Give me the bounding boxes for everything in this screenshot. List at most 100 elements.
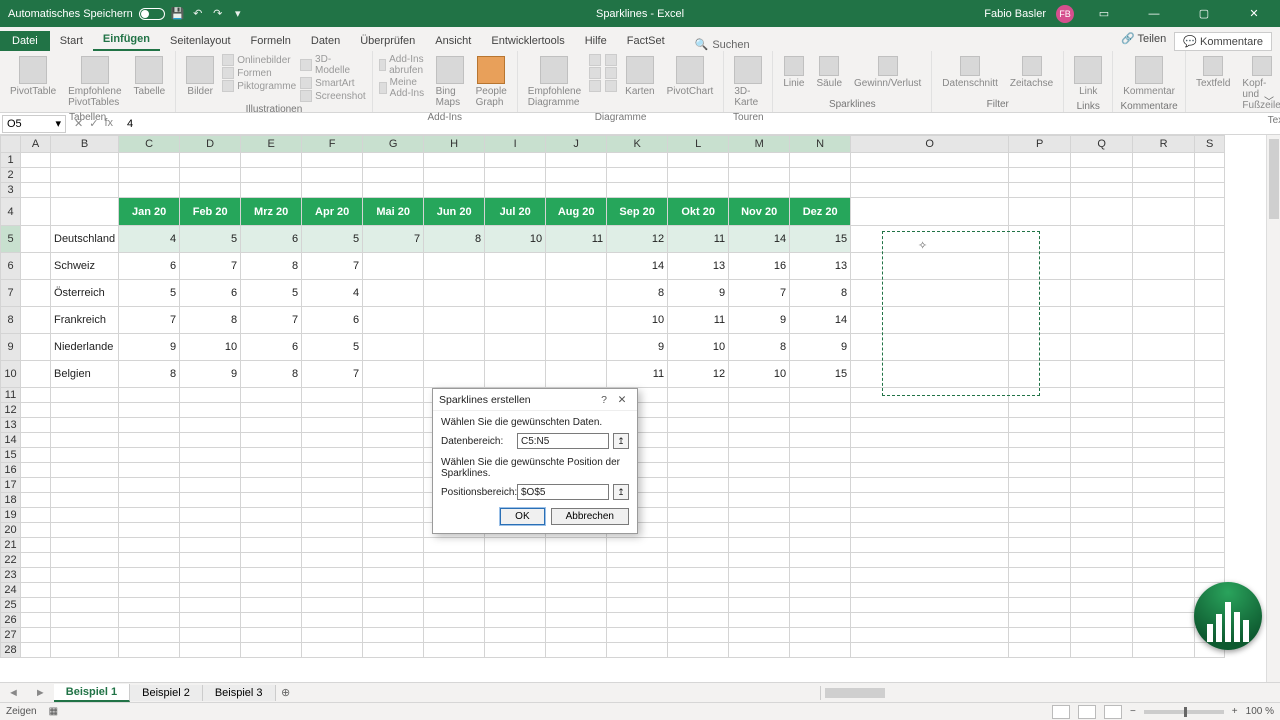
row-header-17[interactable]: 17: [1, 478, 21, 493]
cell-J21[interactable]: [546, 538, 607, 553]
cell-G24[interactable]: [363, 583, 424, 598]
cell-M14[interactable]: [729, 433, 790, 448]
cell-D3[interactable]: [180, 183, 241, 198]
cell-C17[interactable]: [119, 478, 180, 493]
row-header-4[interactable]: 4: [1, 198, 21, 226]
cell-A8[interactable]: [21, 307, 51, 334]
cell-G11[interactable]: [363, 388, 424, 403]
cell-I26[interactable]: [485, 613, 546, 628]
cell-F26[interactable]: [302, 613, 363, 628]
tab-ueberpruefen[interactable]: Überprüfen: [350, 31, 425, 51]
cell-B13[interactable]: [51, 418, 119, 433]
tab-seitenlayout[interactable]: Seitenlayout: [160, 31, 241, 51]
cell-P17[interactable]: [1009, 478, 1071, 493]
cell-O23[interactable]: [851, 568, 1009, 583]
cell-P19[interactable]: [1009, 508, 1071, 523]
cell-D13[interactable]: [180, 418, 241, 433]
cell-E6[interactable]: 8: [241, 253, 302, 280]
cell-E25[interactable]: [241, 598, 302, 613]
cell-D8[interactable]: 8: [180, 307, 241, 334]
cell-L1[interactable]: [668, 153, 729, 168]
cell-G7[interactable]: [363, 280, 424, 307]
cell-D21[interactable]: [180, 538, 241, 553]
row-header-2[interactable]: 2: [1, 168, 21, 183]
cell-O2[interactable]: [851, 168, 1009, 183]
cell-Q7[interactable]: [1071, 280, 1133, 307]
col-header-S[interactable]: S: [1195, 136, 1225, 153]
cell-S20[interactable]: [1195, 523, 1225, 538]
col-header-B[interactable]: B: [51, 136, 119, 153]
cell-H1[interactable]: [424, 153, 485, 168]
cell-J27[interactable]: [546, 628, 607, 643]
cell-P18[interactable]: [1009, 493, 1071, 508]
cell-B25[interactable]: [51, 598, 119, 613]
collapse-ribbon-icon[interactable]: ﹀: [1264, 93, 1274, 108]
cell-F19[interactable]: [302, 508, 363, 523]
row-header-3[interactable]: 3: [1, 183, 21, 198]
cell-H10[interactable]: [424, 361, 485, 388]
cell-O7[interactable]: [851, 280, 1009, 307]
3d-map-button[interactable]: 3D-Karte: [730, 54, 766, 110]
cell-S13[interactable]: [1195, 418, 1225, 433]
cell-M7[interactable]: 7: [729, 280, 790, 307]
timeline-button[interactable]: Zeitachse: [1006, 54, 1057, 91]
tab-hilfe[interactable]: Hilfe: [575, 31, 617, 51]
cell-P14[interactable]: [1009, 433, 1071, 448]
tab-einfuegen[interactable]: Einfügen: [93, 29, 160, 51]
cell-D19[interactable]: [180, 508, 241, 523]
cell-H2[interactable]: [424, 168, 485, 183]
cell-M16[interactable]: [729, 463, 790, 478]
cell-G1[interactable]: [363, 153, 424, 168]
smartart-button[interactable]: SmartArt: [300, 77, 366, 89]
cell-F22[interactable]: [302, 553, 363, 568]
cell-S8[interactable]: [1195, 307, 1225, 334]
cell-S16[interactable]: [1195, 463, 1225, 478]
cell-M23[interactable]: [729, 568, 790, 583]
cell-G15[interactable]: [363, 448, 424, 463]
cell-D14[interactable]: [180, 433, 241, 448]
cell-N27[interactable]: [790, 628, 851, 643]
cell-E7[interactable]: 5: [241, 280, 302, 307]
cell-C22[interactable]: [119, 553, 180, 568]
cell-C8[interactable]: 7: [119, 307, 180, 334]
cell-Q9[interactable]: [1071, 334, 1133, 361]
cell-J24[interactable]: [546, 583, 607, 598]
cell-O13[interactable]: [851, 418, 1009, 433]
zoom-out-icon[interactable]: −: [1130, 706, 1136, 717]
cell-J3[interactable]: [546, 183, 607, 198]
cell-B16[interactable]: [51, 463, 119, 478]
worksheet-grid[interactable]: ABCDEFGHIJKLMNOPQRS1234Jan 20Feb 20Mrz 2…: [0, 135, 1280, 682]
cell-S1[interactable]: [1195, 153, 1225, 168]
pivottable-button[interactable]: PivotTable: [6, 54, 60, 99]
cell-F13[interactable]: [302, 418, 363, 433]
cell-I1[interactable]: [485, 153, 546, 168]
cell-J28[interactable]: [546, 643, 607, 658]
row-header-7[interactable]: 7: [1, 280, 21, 307]
cell-M3[interactable]: [729, 183, 790, 198]
cell-B3[interactable]: [51, 183, 119, 198]
cell-Q23[interactable]: [1071, 568, 1133, 583]
col-header-P[interactable]: P: [1009, 136, 1071, 153]
row-header-27[interactable]: 27: [1, 628, 21, 643]
cell-C15[interactable]: [119, 448, 180, 463]
cell-B24[interactable]: [51, 583, 119, 598]
link-button[interactable]: Link: [1070, 54, 1106, 99]
cell-S6[interactable]: [1195, 253, 1225, 280]
cell-P20[interactable]: [1009, 523, 1071, 538]
cell-A5[interactable]: [21, 226, 51, 253]
cell-E18[interactable]: [241, 493, 302, 508]
cell-D17[interactable]: [180, 478, 241, 493]
table-button[interactable]: Tabelle: [130, 54, 170, 99]
cell-L3[interactable]: [668, 183, 729, 198]
cell-D15[interactable]: [180, 448, 241, 463]
sparkline-line-button[interactable]: Linie: [779, 54, 808, 91]
cell-Q22[interactable]: [1071, 553, 1133, 568]
cell-S4[interactable]: [1195, 198, 1225, 226]
cell-O10[interactable]: [851, 361, 1009, 388]
cell-Q5[interactable]: [1071, 226, 1133, 253]
tell-me-search[interactable]: 🔍 Suchen: [695, 38, 750, 51]
cell-M22[interactable]: [729, 553, 790, 568]
cell-C12[interactable]: [119, 403, 180, 418]
cell-O9[interactable]: [851, 334, 1009, 361]
cell-M1[interactable]: [729, 153, 790, 168]
